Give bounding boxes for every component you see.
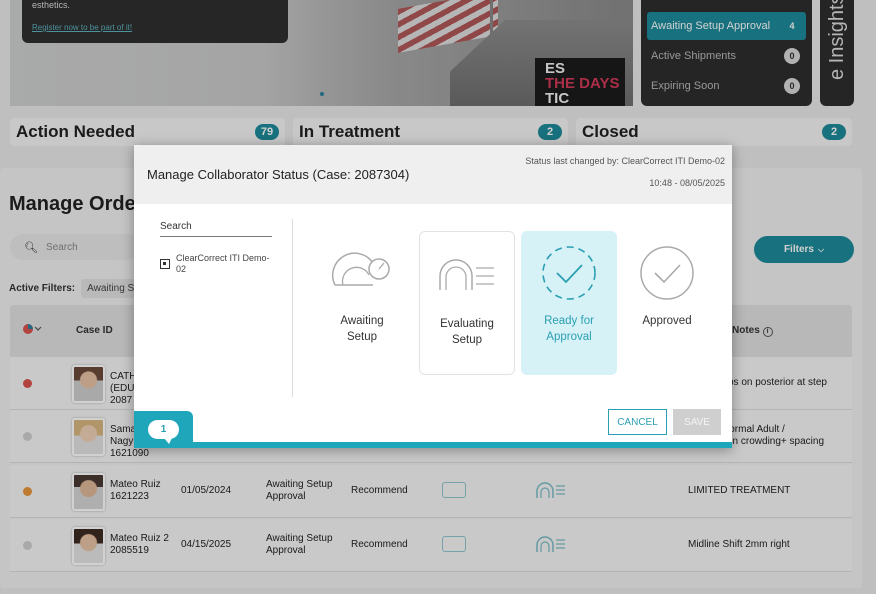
step-approved[interactable]: Approved [619,231,715,375]
manage-collaborator-status-modal: Manage Collaborator Status (Case: 208730… [134,145,732,448]
step-label: Evaluating Setup [440,318,494,346]
step-label: Awaiting Setup [340,315,384,343]
collaborator-checkbox[interactable] [160,259,170,269]
step-label: Approved [642,315,692,327]
step-label: Ready for Approval [544,315,594,343]
modal-header: Manage Collaborator Status (Case: 208730… [134,145,732,204]
ready-for-approval-icon [542,246,596,300]
chat-bubble-icon: 1 [148,420,179,444]
awaiting-setup-icon [332,252,390,286]
status-changed-by: Status last changed by: ClearCorrect ITI… [525,156,725,166]
save-button[interactable]: SAVE [673,409,721,435]
collaborator-search-input[interactable]: Search [160,221,272,237]
approved-icon [640,246,694,300]
collaborator-name: ClearCorrect ITI Demo-02 [176,253,270,274]
modal-divider [292,219,293,397]
step-awaiting-setup[interactable]: Awaiting Setup [314,231,410,375]
cancel-button[interactable]: CANCEL [608,409,667,435]
chat-tab[interactable]: 1 [134,411,193,448]
modal-footer-bar [134,442,732,448]
step-ready-for-approval[interactable]: Ready for Approval [521,231,617,375]
modal-title: Manage Collaborator Status (Case: 208730… [147,167,410,182]
step-evaluating-setup[interactable]: Evaluating Setup [419,231,515,375]
evaluating-setup-icon [439,259,494,290]
status-changed-time: 10:48 - 08/05/2025 [649,178,725,188]
